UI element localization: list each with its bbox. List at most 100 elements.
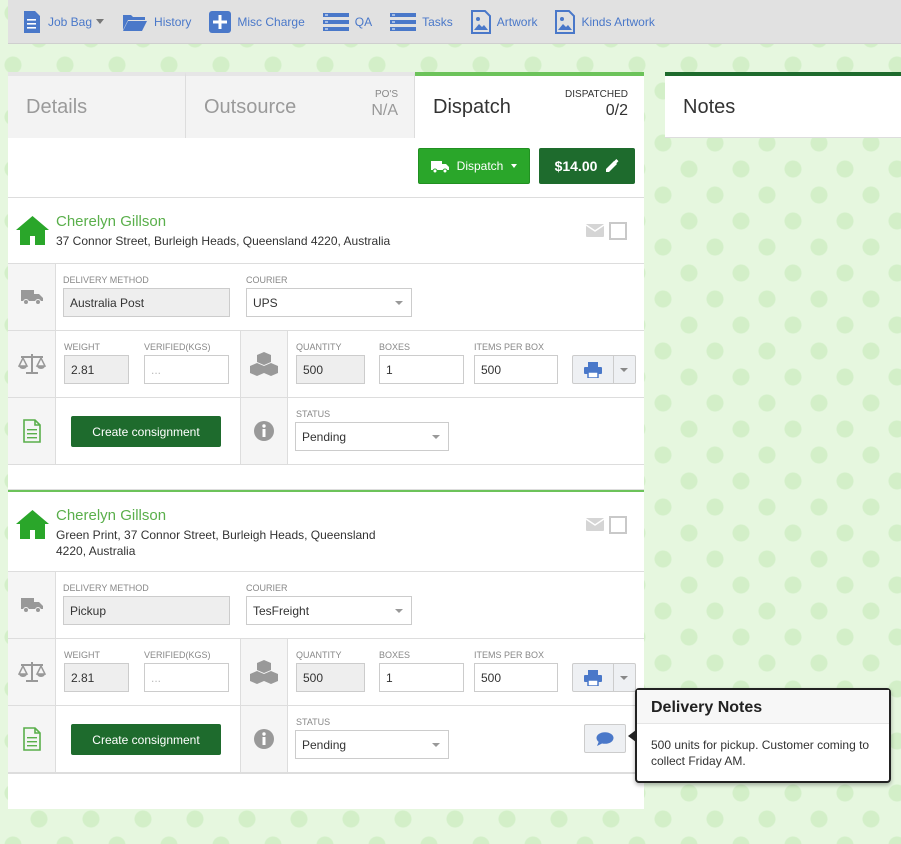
document-icon xyxy=(22,727,41,751)
document-icon xyxy=(22,419,41,443)
create-consignment-button[interactable]: Create consignment xyxy=(71,724,221,755)
info-icon xyxy=(254,729,274,749)
notes-title: Notes xyxy=(683,96,736,118)
document-icon xyxy=(24,10,40,33)
items-per-box-input[interactable]: 500 xyxy=(474,355,558,384)
weight-quantity-row: WEIGHT 2.81 VERIFIED(KGS) ... QUANTITY 5… xyxy=(8,331,644,398)
chevron-down-icon[interactable] xyxy=(620,676,628,680)
weight-field[interactable]: 2.81 xyxy=(64,355,129,384)
verified-label: VERIFIED(KGS) xyxy=(144,342,211,352)
chevron-down-icon xyxy=(96,19,105,24)
home-icon xyxy=(16,510,49,539)
printer-icon xyxy=(584,670,602,686)
tasks-label: Tasks xyxy=(422,14,453,29)
courier-select[interactable]: UPS xyxy=(246,288,412,317)
quantity-label: QUANTITY xyxy=(296,342,342,352)
courier-value: UPS xyxy=(253,295,278,310)
history-label: History xyxy=(154,14,192,29)
print-divider xyxy=(613,356,614,383)
qa-link[interactable]: QA xyxy=(322,0,373,44)
recipient-address: 37 Connor Street, Burleigh Heads, Queens… xyxy=(56,234,391,248)
boxes-input[interactable]: 1 xyxy=(379,355,464,384)
recipient-row: Cherelyn Gillson Green Print, 37 Connor … xyxy=(8,492,644,572)
popover-arrow xyxy=(628,730,636,742)
boxes-input[interactable]: 1 xyxy=(379,663,464,692)
weight-field[interactable]: 2.81 xyxy=(64,663,129,692)
price-edit-button[interactable]: $14.00 xyxy=(539,148,635,184)
dispatch-button[interactable]: Dispatch xyxy=(418,148,530,184)
boxes-cell xyxy=(240,639,288,705)
create-consignment-button[interactable]: Create consignment xyxy=(71,416,221,447)
status-select[interactable]: Pending xyxy=(295,422,449,451)
chevron-down-icon xyxy=(511,164,518,168)
action-bar: Dispatch $14.00 xyxy=(8,138,644,198)
job-bag-menu[interactable]: Job Bag xyxy=(22,0,105,44)
status-select[interactable]: Pending xyxy=(295,730,449,759)
status-value: Pending xyxy=(302,737,347,752)
tab-outsource-label: Outsource xyxy=(204,96,297,118)
tasks-link[interactable]: Tasks xyxy=(390,0,453,44)
scale-icon xyxy=(17,354,46,374)
popover-body: 500 units for pickup. Customer coming to… xyxy=(651,738,870,768)
qa-label: QA xyxy=(354,14,373,29)
tab-dispatch[interactable]: Dispatch DISPATCHED 0/2 xyxy=(415,72,644,138)
courier-select[interactable]: TesFreight xyxy=(246,596,412,625)
items-per-box-input[interactable]: 500 xyxy=(474,663,558,692)
mail-icon[interactable] xyxy=(586,518,604,531)
tab-dispatch-label: Dispatch xyxy=(433,96,511,118)
items-per-box-label: ITEMS PER BOX xyxy=(474,342,545,352)
po-value: N/A xyxy=(371,102,398,119)
tab-details-label: Details xyxy=(26,96,88,118)
tab-details[interactable]: Details xyxy=(8,72,186,138)
po-label: PO'S xyxy=(374,89,398,100)
list-icon xyxy=(390,12,417,31)
recipient-address: Green Print, 37 Connor Street, Burleigh … xyxy=(56,528,376,558)
delivery-method-field[interactable]: Australia Post xyxy=(63,288,230,317)
artwork-link[interactable]: Artwork xyxy=(470,0,537,44)
truck-icon xyxy=(20,290,43,305)
courier-label: COURIER xyxy=(246,583,288,593)
kinds-artwork-link[interactable]: Kinds Artwork xyxy=(555,0,655,44)
select-checkbox[interactable] xyxy=(609,516,627,534)
history-link[interactable]: History xyxy=(122,0,191,44)
chevron-down-icon[interactable] xyxy=(620,368,628,372)
misc-charge-link[interactable]: Misc Charge xyxy=(209,0,305,44)
document-cell xyxy=(8,398,56,464)
consignment-row: Create consignment STATUS Pending xyxy=(8,398,644,465)
delivery-method-row: DELIVERY METHOD Pickup COURIER TesFreigh… xyxy=(8,572,644,639)
delivery-method-row: DELIVERY METHOD Australia Post COURIER U… xyxy=(8,264,644,331)
recipient-name: Cherelyn Gillson xyxy=(56,213,167,230)
dispatch-entry: Cherelyn Gillson Green Print, 37 Connor … xyxy=(8,490,644,774)
status-value: Pending xyxy=(302,429,347,444)
chevron-down-icon xyxy=(395,609,403,613)
plus-icon xyxy=(209,10,232,33)
quantity-label: QUANTITY xyxy=(296,650,342,660)
chevron-down-icon xyxy=(432,743,440,747)
notes-panel[interactable]: Notes xyxy=(665,72,901,138)
recipient-name: Cherelyn Gillson xyxy=(56,507,167,524)
weight-quantity-row: WEIGHT 2.81 VERIFIED(KGS) ... QUANTITY 5… xyxy=(8,639,644,706)
pencil-icon xyxy=(606,159,619,172)
chevron-down-icon xyxy=(395,301,403,305)
weight-label: WEIGHT xyxy=(64,342,100,352)
quantity-field[interactable]: 500 xyxy=(296,663,365,692)
speech-bubble-icon xyxy=(596,731,614,746)
print-button[interactable] xyxy=(572,355,636,384)
list-icon xyxy=(322,12,349,31)
weight-label: WEIGHT xyxy=(64,650,100,660)
scale-icon xyxy=(17,662,46,682)
delivery-notes-button[interactable] xyxy=(584,724,626,753)
delivery-method-field[interactable]: Pickup xyxy=(63,596,230,625)
quantity-field[interactable]: 500 xyxy=(296,355,365,384)
boxes-label: BOXES xyxy=(379,342,411,352)
price-label: $14.00 xyxy=(554,158,598,174)
select-checkbox[interactable] xyxy=(609,222,627,240)
verified-kgs-input[interactable]: ... xyxy=(144,663,229,692)
print-button[interactable] xyxy=(572,663,636,692)
print-divider xyxy=(613,664,614,691)
info-cell xyxy=(240,706,288,772)
tab-outsource[interactable]: Outsource PO'S N/A xyxy=(186,72,415,138)
verified-kgs-input[interactable]: ... xyxy=(144,355,229,384)
mail-icon[interactable] xyxy=(586,224,604,237)
